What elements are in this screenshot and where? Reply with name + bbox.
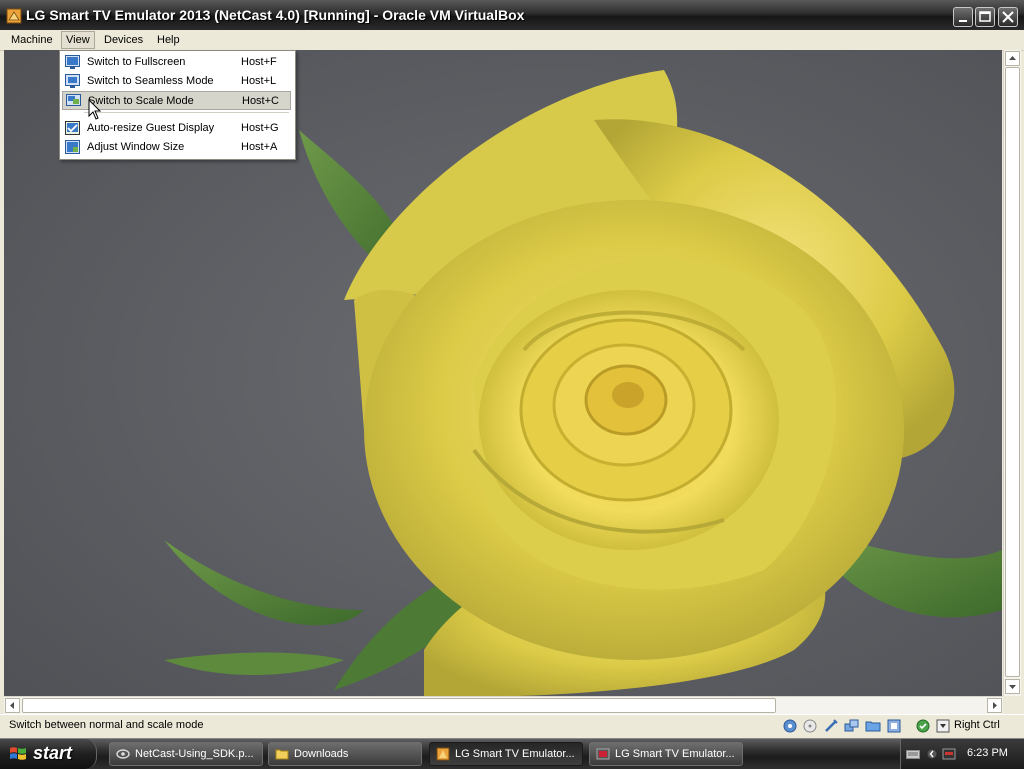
optical-drive-icon[interactable] — [802, 718, 818, 734]
vertical-scrollbar[interactable] — [1003, 50, 1021, 696]
horizontal-scroll-thumb[interactable] — [22, 698, 776, 713]
taskbar-item-label: Downloads — [294, 748, 349, 760]
virtualbox-window: LG Smart TV Emulator 2013 (NetCast 4.0) … — [0, 0, 1024, 738]
seamless-icon — [65, 74, 80, 88]
taskbar-item-lg-emulator-active[interactable]: LG Smart TV Emulator... — [429, 742, 583, 766]
arrow-down-icon — [1009, 685, 1016, 689]
taskbar-item-lg-emulator[interactable]: LG Smart TV Emulator... — [589, 742, 743, 766]
start-label: start — [33, 743, 73, 763]
virtualbox-icon — [436, 747, 450, 761]
fullscreen-icon — [65, 55, 80, 69]
menu-item-auto-resize[interactable]: Auto-resize Guest Display Host+G — [62, 119, 291, 138]
app-tray-icon[interactable] — [942, 748, 956, 760]
hard-disk-icon[interactable] — [782, 718, 798, 734]
menu-item-label: Auto-resize Guest Display — [87, 122, 215, 134]
taskbar: start NetCast-Using_SDK.p... Downloads L… — [0, 738, 1024, 769]
arrow-right-icon — [993, 702, 997, 709]
horizontal-scrollbar[interactable] — [4, 696, 1003, 714]
menu-help[interactable]: Help — [153, 32, 184, 48]
menu-item-shortcut: Host+G — [241, 122, 279, 134]
start-button[interactable]: start — [0, 739, 97, 769]
status-text: Switch between normal and scale mode — [9, 719, 204, 731]
chevron-left-icon[interactable] — [927, 748, 937, 760]
menu-machine[interactable]: Machine — [7, 32, 57, 48]
taskbar-item-label: LG Smart TV Emulator... — [615, 748, 735, 760]
usb-icon[interactable] — [823, 718, 839, 734]
menu-separator — [84, 112, 289, 113]
menu-item-switch-fullscreen[interactable]: Switch to Fullscreen Host+F — [62, 53, 291, 72]
menu-item-adjust-window-size[interactable]: Adjust Window Size Host+A — [62, 138, 291, 157]
arrow-up-icon — [1009, 56, 1016, 60]
menu-item-label: Switch to Fullscreen — [87, 56, 186, 68]
menu-bar: Machine View Devices Help — [0, 30, 1024, 51]
windows-flag-icon — [10, 747, 26, 760]
scroll-up-arrow[interactable] — [1005, 51, 1020, 66]
pdf-icon — [116, 749, 130, 759]
maximize-button[interactable] — [975, 7, 995, 27]
taskbar-item-downloads[interactable]: Downloads — [268, 742, 422, 766]
window-title: LG Smart TV Emulator 2013 (NetCast 4.0) … — [26, 7, 525, 23]
shared-folders-icon[interactable] — [865, 718, 881, 734]
status-bar: Switch between normal and scale mode Rig… — [0, 714, 1024, 737]
minimize-icon — [959, 20, 967, 22]
menu-item-shortcut: Host+L — [241, 75, 277, 87]
scale-mode-icon — [66, 94, 81, 106]
close-button[interactable] — [998, 7, 1018, 27]
scroll-left-arrow[interactable] — [5, 698, 20, 713]
title-bar[interactable]: LG Smart TV Emulator 2013 (NetCast 4.0) … — [0, 0, 1024, 30]
maximize-icon — [979, 11, 991, 22]
close-icon — [1002, 11, 1014, 23]
network-icon[interactable] — [844, 718, 860, 734]
menu-item-switch-seamless[interactable]: Switch to Seamless Mode Host+L — [62, 72, 291, 91]
menu-item-label: Switch to Seamless Mode — [87, 75, 214, 87]
menu-item-shortcut: Host+A — [241, 141, 278, 153]
taskbar-item-netcast-pdf[interactable]: NetCast-Using_SDK.p... — [109, 742, 263, 766]
host-key-label: Right Ctrl — [954, 719, 1000, 731]
adjust-window-icon — [65, 140, 80, 154]
taskbar-item-label: LG Smart TV Emulator... — [455, 748, 575, 760]
menu-devices[interactable]: Devices — [100, 32, 147, 48]
menu-item-label: Switch to Scale Mode — [88, 95, 194, 107]
menu-view[interactable]: View — [61, 31, 95, 49]
scroll-right-arrow[interactable] — [987, 698, 1002, 713]
minimize-button[interactable] — [953, 7, 973, 27]
folder-icon — [275, 749, 289, 760]
app-tray-badge-icon — [943, 742, 957, 747]
mouse-cursor-icon — [88, 99, 102, 120]
virtualbox-icon — [6, 8, 22, 24]
menu-item-label: Adjust Window Size — [87, 141, 185, 153]
virtualization-icon[interactable] — [915, 718, 931, 734]
menu-item-shortcut: Host+F — [241, 56, 277, 68]
arrow-left-icon — [10, 702, 14, 709]
host-key-icon[interactable] — [935, 718, 951, 734]
menu-item-shortcut: Host+C — [242, 95, 279, 107]
taskbar-item-label: NetCast-Using_SDK.p... — [135, 748, 254, 760]
auto-resize-icon — [65, 121, 80, 135]
virtualbox-icon — [596, 748, 610, 760]
video-capture-icon[interactable] — [886, 718, 902, 734]
keyboard-icon[interactable] — [906, 748, 920, 760]
vertical-scroll-thumb[interactable] — [1005, 67, 1020, 677]
clock: 6:23 PM — [967, 747, 1008, 759]
scroll-down-arrow[interactable] — [1005, 679, 1020, 694]
